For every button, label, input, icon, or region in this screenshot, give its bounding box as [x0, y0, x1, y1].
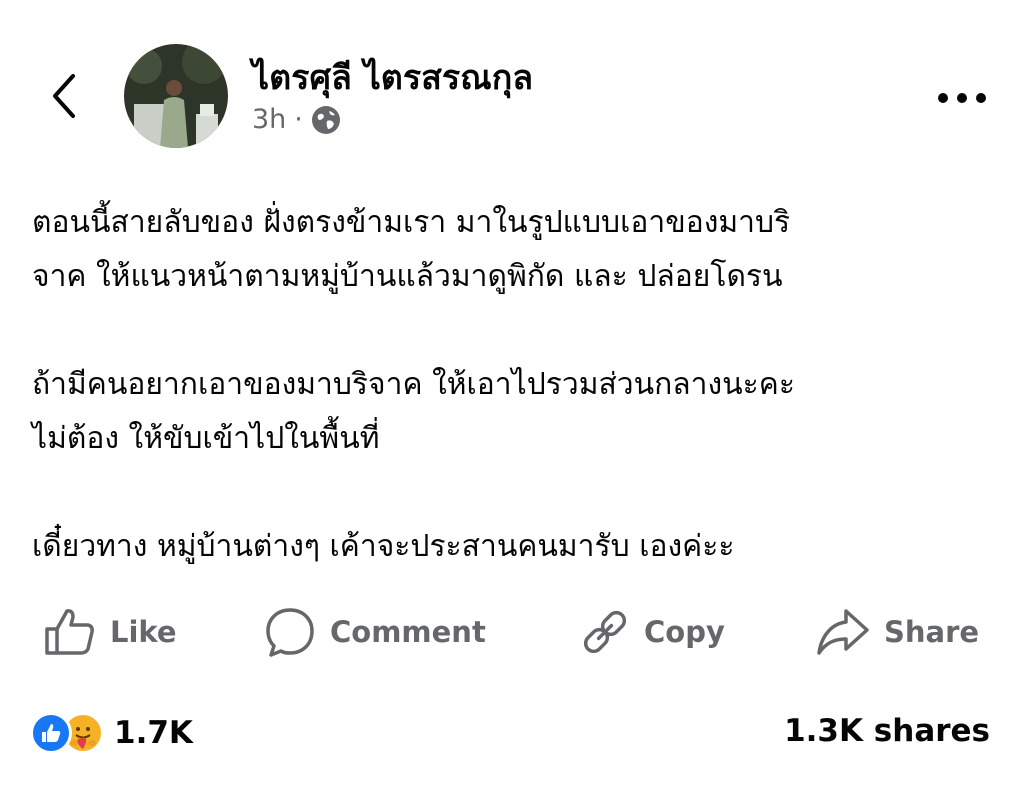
- comment-label: Comment: [330, 615, 486, 649]
- post-line: ไม่ต้อง ให้ขับเข้าไปในพื้นที่: [32, 421, 380, 456]
- meta-separator: ·: [294, 104, 303, 135]
- post-line: เดี๋ยวทาง หมู่บ้านต่างๆ เค้าจะประสานคนมา…: [32, 529, 735, 564]
- author-avatar[interactable]: [124, 44, 228, 148]
- share-button[interactable]: Share: [816, 604, 979, 660]
- link-icon: [583, 610, 627, 654]
- copy-label: Copy: [644, 615, 725, 649]
- chevron-left-icon: [53, 74, 75, 118]
- post-paragraph: ตอนนี้สายลับของ ฝั่งตรงข้ามเรา มาในรูปแบ…: [32, 196, 992, 304]
- post-meta: 3h ·: [252, 104, 341, 135]
- comment-button[interactable]: Comment: [264, 604, 486, 660]
- like-label: Like: [110, 615, 177, 649]
- post-text: ตอนนี้สายลับของ ฝั่งตรงข้ามเรา มาในรูปแบ…: [32, 196, 992, 628]
- more-options-button[interactable]: [930, 78, 994, 118]
- thumbs-up-icon: [45, 609, 94, 655]
- like-button[interactable]: Like: [44, 604, 177, 660]
- shares-count[interactable]: 1.3K shares: [784, 713, 990, 749]
- share-arrow-icon: [817, 609, 869, 655]
- globe-icon: [311, 105, 340, 134]
- post-paragraph: เดี๋ยวทาง หมู่บ้านต่างๆ เค้าจะประสานคนมา…: [32, 520, 992, 574]
- back-button[interactable]: [38, 66, 88, 126]
- copy-button[interactable]: Copy: [580, 604, 725, 660]
- post-line: จาค ให้แนวหน้าตามหมู่บ้านแล้วมาดูพิกัด แ…: [32, 259, 783, 294]
- post-timestamp[interactable]: 3h: [252, 104, 286, 135]
- share-label: Share: [884, 615, 980, 649]
- reactions-summary[interactable]: 1.7K: [30, 712, 193, 754]
- comment-icon: [266, 608, 314, 657]
- post-line: ถ้ามีคนอยากเอาของมาบริจาค ให้เอาไปรวมส่ว…: [32, 367, 795, 402]
- post-line: ตอนนี้สายลับของ ฝั่งตรงข้ามเรา มาในรูปแบ…: [32, 205, 791, 240]
- author-name[interactable]: ไตรศุลี ไตรสรณกุล: [252, 50, 533, 104]
- reaction-count: 1.7K: [114, 715, 193, 751]
- post-paragraph: ถ้ามีคนอยากเอาของมาบริจาค ให้เอาไปรวมส่ว…: [32, 358, 992, 466]
- more-icon: [938, 93, 986, 103]
- like-reaction-icon: [30, 712, 72, 754]
